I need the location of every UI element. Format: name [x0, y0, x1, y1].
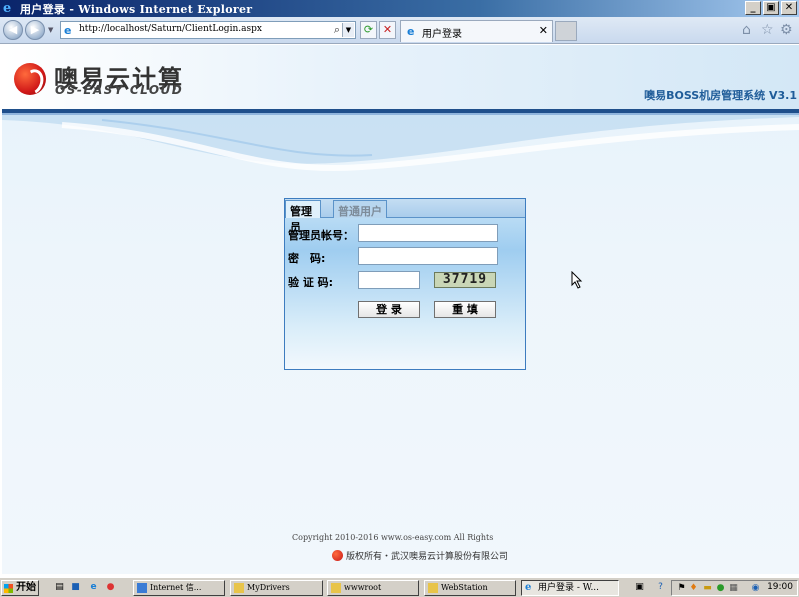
login-button[interactable]: 登 录	[358, 301, 420, 318]
account-input[interactable]	[358, 224, 498, 242]
tab-normal-user[interactable]: 普通用户	[333, 200, 387, 218]
window-title: 用户登录 - Windows Internet Explorer	[20, 2, 253, 16]
help-icon[interactable]: ?	[654, 581, 667, 594]
history-dropdown-icon[interactable]: ▼	[48, 26, 53, 34]
reset-button[interactable]: 重 填	[434, 301, 496, 318]
page-header: 噢易云计算 OS-EASY CLOUD 噢易BOSS机房管理系统 V3.1	[2, 45, 799, 109]
task-label: MyDrivers	[247, 583, 290, 592]
logo-english: OS-EASY CLOUD	[55, 83, 184, 97]
decorative-wave	[2, 115, 799, 171]
footer-logo-icon	[332, 550, 343, 561]
taskbar: 开始 ▤ ■ e ● Internet 信... MyDrivers wwwro…	[0, 577, 799, 597]
ie-icon: e	[3, 0, 12, 16]
password-label: 密 码:	[288, 252, 326, 265]
captcha-label: 验 证 码:	[288, 276, 334, 289]
printer-icon[interactable]: ▣	[633, 581, 646, 594]
forward-button[interactable]: ▶	[25, 20, 45, 40]
task-app-icon	[428, 583, 438, 593]
login-panel: 管理员 普通用户 管理员帐号： 密 码: 验 证 码: 37719 登 录 重 …	[284, 198, 526, 370]
task-wwwroot[interactable]: wwwroot	[327, 580, 419, 596]
tab-close-icon[interactable]: ✕	[539, 24, 548, 37]
tab-page-icon: e	[407, 25, 415, 38]
tray-security-icon[interactable]: ●	[714, 582, 727, 595]
tab-admin[interactable]: 管理员	[285, 200, 321, 234]
show-desktop-icon[interactable]: ▤	[53, 581, 66, 594]
browser-toolbar: ◀ ▶ ▼ e http://localhost/Saturn/ClientLo…	[0, 17, 799, 44]
task-label: Internet 信...	[150, 583, 202, 592]
favorites-star-icon[interactable]: ☆	[761, 22, 774, 38]
company-text: 版权所有・武汉噢易云计算股份有限公司	[346, 552, 509, 562]
address-dropdown-icon[interactable]: ▼	[342, 23, 354, 37]
refresh-button[interactable]: ⟳	[360, 21, 377, 39]
mouse-cursor-icon	[571, 271, 583, 289]
home-icon[interactable]: ⌂	[742, 22, 751, 38]
system-name: 噢易BOSS机房管理系统 V3.1	[644, 89, 797, 102]
new-tab-button[interactable]	[555, 21, 577, 41]
task-mydrivers[interactable]: MyDrivers	[230, 580, 323, 596]
task-label: 用户登录 - W...	[538, 583, 600, 593]
task-app-icon	[234, 583, 244, 593]
task-app-icon	[331, 583, 341, 593]
task-webstation[interactable]: WebStation	[424, 580, 516, 596]
search-icon[interactable]: ⌕	[334, 23, 340, 37]
stop-button[interactable]: ✕	[379, 21, 396, 39]
system-tray: ⚑ ♦ ▬ ● ▦ ◉ 19:00	[671, 580, 798, 596]
minimize-button[interactable]: _	[745, 1, 761, 15]
start-button[interactable]: 开始	[1, 580, 39, 596]
task-label: wwwroot	[344, 583, 382, 592]
tray-network-icon[interactable]: ▦	[727, 582, 740, 595]
tray-folder-icon[interactable]: ▬	[701, 582, 714, 595]
task-user-login[interactable]: e 用户登录 - W...	[521, 580, 619, 596]
gear-icon[interactable]: ⚙	[780, 22, 793, 38]
ie-quicklaunch-icon[interactable]: e	[87, 581, 100, 594]
address-bar[interactable]: e http://localhost/Saturn/ClientLogin.as…	[60, 21, 356, 39]
copyright-text: Copyright 2010-2016 www.os-easy.com All …	[292, 533, 494, 542]
account-label: 管理员帐号：	[288, 229, 354, 242]
browser-tab[interactable]: e 用户登录 ✕	[400, 20, 553, 42]
login-tabs: 管理员 普通用户	[285, 199, 525, 234]
maximize-button[interactable]: ▣	[763, 1, 779, 15]
task-ie-icon: e	[525, 582, 532, 593]
tab-label: 用户登录	[422, 29, 462, 40]
tray-firewall-icon[interactable]: ♦	[687, 582, 700, 595]
tray-volume-icon[interactable]: ◉	[749, 582, 762, 595]
company-logo-icon	[14, 63, 46, 95]
page-icon: e	[64, 24, 72, 37]
password-input[interactable]	[358, 247, 498, 265]
task-app-icon	[137, 583, 147, 593]
chrome-icon[interactable]: ●	[104, 581, 117, 594]
close-button[interactable]: ✕	[781, 1, 797, 15]
back-button[interactable]: ◀	[3, 20, 23, 40]
address-url: http://localhost/Saturn/ClientLogin.aspx	[79, 24, 262, 34]
task-label: WebStation	[441, 583, 488, 592]
explorer-icon[interactable]: ■	[69, 581, 82, 594]
clock: 19:00	[767, 582, 793, 592]
window-title-bar[interactable]: e 用户登录 - Windows Internet Explorer _ ▣ ✕	[0, 0, 799, 17]
captcha-input[interactable]	[358, 271, 420, 289]
task-internet[interactable]: Internet 信...	[133, 580, 225, 596]
captcha-image[interactable]: 37719	[434, 272, 496, 288]
